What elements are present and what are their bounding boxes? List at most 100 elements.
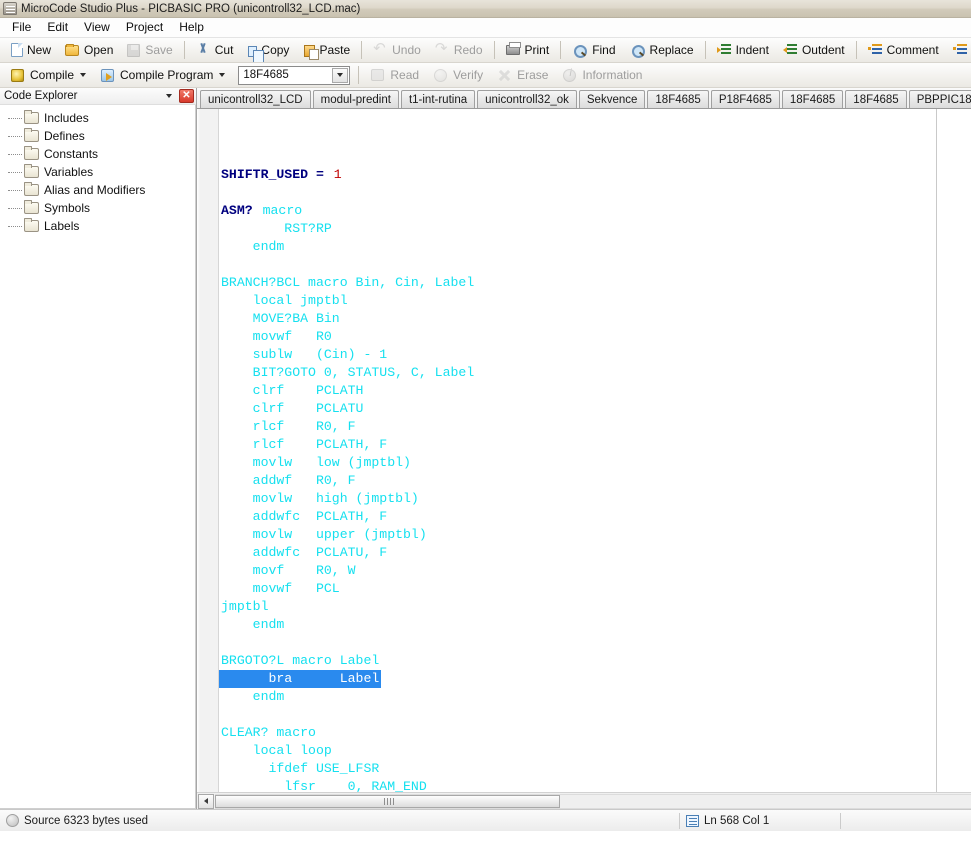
code-line[interactable]: [219, 634, 971, 652]
code-line[interactable]: endm: [219, 688, 971, 706]
close-icon[interactable]: ✕: [179, 89, 194, 103]
new-button[interactable]: New: [3, 40, 57, 61]
status-end-cell: [841, 810, 971, 831]
scrollbar-track[interactable]: [215, 794, 971, 809]
folder-icon: [24, 130, 39, 142]
device-select-dropdown-button[interactable]: [332, 68, 348, 83]
code-line[interactable]: movlw upper (jmptbl): [219, 526, 971, 544]
editor-tab-unicontroll32-ok[interactable]: unicontroll32_ok: [477, 90, 577, 108]
code-line[interactable]: movlw low (jmptbl): [219, 454, 971, 472]
open-button[interactable]: Open: [58, 40, 119, 61]
outdent-button[interactable]: Outdent: [776, 40, 851, 61]
print-button[interactable]: Print: [499, 40, 556, 61]
horizontal-scrollbar[interactable]: [197, 792, 971, 809]
find-magnifier-icon: [573, 44, 586, 57]
tree-connector: [8, 226, 22, 227]
menu-item-edit[interactable]: Edit: [39, 18, 76, 37]
code-line[interactable]: addwf R0, F: [219, 472, 971, 490]
code-line[interactable]: endm: [219, 616, 971, 634]
copy-button[interactable]: Copy: [240, 40, 295, 61]
code-line[interactable]: local jmptbl: [219, 292, 971, 310]
editor-tab-label: P18F4685: [719, 94, 772, 106]
code-text: addwfc PCLATU, F: [219, 545, 387, 560]
editor-tab-modul-predint[interactable]: modul-predint: [313, 90, 399, 108]
code-line[interactable]: RST?RP: [219, 220, 971, 238]
cut-button[interactable]: Cut: [189, 40, 240, 61]
menu-item-file[interactable]: File: [4, 18, 39, 37]
code-text: BIT?GOTO 0, STATUS, C, Label: [219, 365, 474, 380]
tree-node-alias-and-modifiers[interactable]: Alias and Modifiers: [0, 181, 195, 199]
device-select[interactable]: 18F4685: [238, 66, 350, 85]
tree-node-includes[interactable]: Includes: [0, 109, 195, 127]
code-text: ASM?: [219, 203, 261, 218]
comment-lines-icon: [868, 44, 882, 56]
code-line[interactable]: clrf PCLATU: [219, 400, 971, 418]
code-line[interactable]: lfsr 0, RAM_END: [219, 778, 971, 792]
code-text: movlw low (jmptbl): [219, 455, 411, 470]
tree-node-defines[interactable]: Defines: [0, 127, 195, 145]
tree-node-constants[interactable]: Constants: [0, 145, 195, 163]
compile-program-button[interactable]: Compile Program: [93, 65, 231, 86]
code-line[interactable]: rlcf R0, F: [219, 418, 971, 436]
chevron-down-icon[interactable]: [166, 94, 172, 98]
paste-button[interactable]: Paste: [296, 40, 356, 61]
chevron-down-icon[interactable]: [219, 73, 225, 77]
scrollbar-thumb[interactable]: [215, 795, 560, 808]
editor-tab-p18f4685[interactable]: P18F4685: [711, 90, 780, 108]
code-line[interactable]: movwf PCL: [219, 580, 971, 598]
code-line[interactable]: [219, 184, 971, 202]
code-line[interactable]: SHIFTR_USED = 1: [219, 166, 971, 184]
comment-button[interactable]: Comment: [861, 40, 945, 61]
code-line[interactable]: BRGOTO?L macro Label: [219, 652, 971, 670]
scroll-left-button[interactable]: [198, 794, 214, 809]
chevron-down-icon[interactable]: [80, 73, 86, 77]
code-text: endm: [219, 239, 284, 254]
editor-tab-18f4685[interactable]: 18F4685: [845, 90, 906, 108]
code-line[interactable]: sublw (Cin) - 1: [219, 346, 971, 364]
code-text: SHIFTR_USED =: [219, 167, 332, 182]
editor-tab-18f4685[interactable]: 18F4685: [782, 90, 843, 108]
folder-icon: [24, 112, 39, 124]
uncomment-button[interactable]: Uncomment: [946, 40, 971, 61]
menu-item-view[interactable]: View: [76, 18, 118, 37]
compile-button[interactable]: Compile: [3, 65, 92, 86]
code-line[interactable]: ifdef USE_LFSR: [219, 760, 971, 778]
code-line[interactable]: ASM? macro: [219, 202, 971, 220]
code-text: movlw upper (jmptbl): [219, 527, 427, 542]
code-line[interactable]: addwfc PCLATU, F: [219, 544, 971, 562]
code-line[interactable]: bra Label: [219, 670, 971, 688]
code-line[interactable]: local loop: [219, 742, 971, 760]
code-line[interactable]: [219, 706, 971, 724]
tree-node-labels[interactable]: Labels: [0, 217, 195, 235]
code-line[interactable]: clrf PCLATH: [219, 382, 971, 400]
editor-tab-sekvence[interactable]: Sekvence: [579, 90, 646, 108]
menu-item-project[interactable]: Project: [118, 18, 171, 37]
code-line[interactable]: jmptbl: [219, 598, 971, 616]
arrow-left-icon: [204, 798, 208, 804]
tree-node-label: Alias and Modifiers: [44, 183, 145, 197]
code-line[interactable]: BRANCH?BCL macro Bin, Cin, Label: [219, 274, 971, 292]
editor-tab-18f4685[interactable]: 18F4685: [647, 90, 708, 108]
menu-item-help[interactable]: Help: [171, 18, 212, 37]
editor-tab-unicontroll32-lcd[interactable]: unicontroll32_LCD: [200, 90, 311, 108]
tree-node-variables[interactable]: Variables: [0, 163, 195, 181]
code-line[interactable]: addwfc PCLATH, F: [219, 508, 971, 526]
find-button[interactable]: Find: [565, 40, 621, 61]
copy-button-label: Copy: [261, 43, 289, 57]
code-line[interactable]: movwf R0: [219, 328, 971, 346]
code-text: addwf R0, F: [219, 473, 356, 488]
indent-button[interactable]: Indent: [710, 40, 775, 61]
code-line[interactable]: CLEAR? macro: [219, 724, 971, 742]
editor-tab-t1-int-rutina[interactable]: t1-int-rutina: [401, 90, 475, 108]
code-line[interactable]: [219, 256, 971, 274]
code-line[interactable]: movf R0, W: [219, 562, 971, 580]
code-line[interactable]: BIT?GOTO 0, STATUS, C, Label: [219, 364, 971, 382]
replace-button[interactable]: Replace: [623, 40, 700, 61]
code-line[interactable]: rlcf PCLATH, F: [219, 436, 971, 454]
code-line[interactable]: MOVE?BA Bin: [219, 310, 971, 328]
code-line[interactable]: movlw high (jmptbl): [219, 490, 971, 508]
tree-node-symbols[interactable]: Symbols: [0, 199, 195, 217]
editor-tab-pbppic18[interactable]: PBPPIC18: [909, 90, 971, 108]
code-line[interactable]: endm: [219, 238, 971, 256]
code-editor[interactable]: SHIFTR_USED = 1 ASM? macro RST?RP endm B…: [219, 109, 971, 792]
